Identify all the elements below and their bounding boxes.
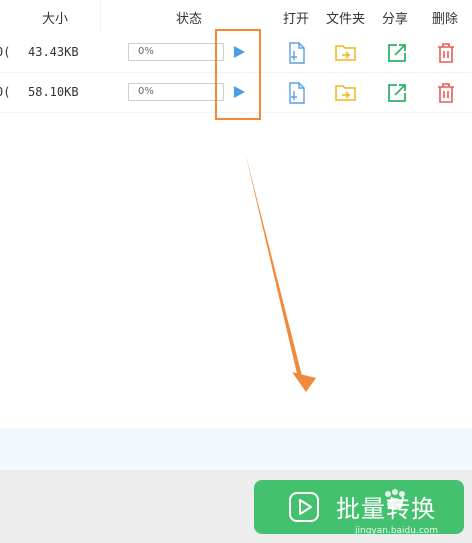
play-circle-icon [289, 492, 319, 522]
paw-logo-icon [385, 489, 405, 510]
watermark-url: jingyan.baidu.com [355, 526, 439, 536]
empty-list-band [0, 428, 472, 470]
